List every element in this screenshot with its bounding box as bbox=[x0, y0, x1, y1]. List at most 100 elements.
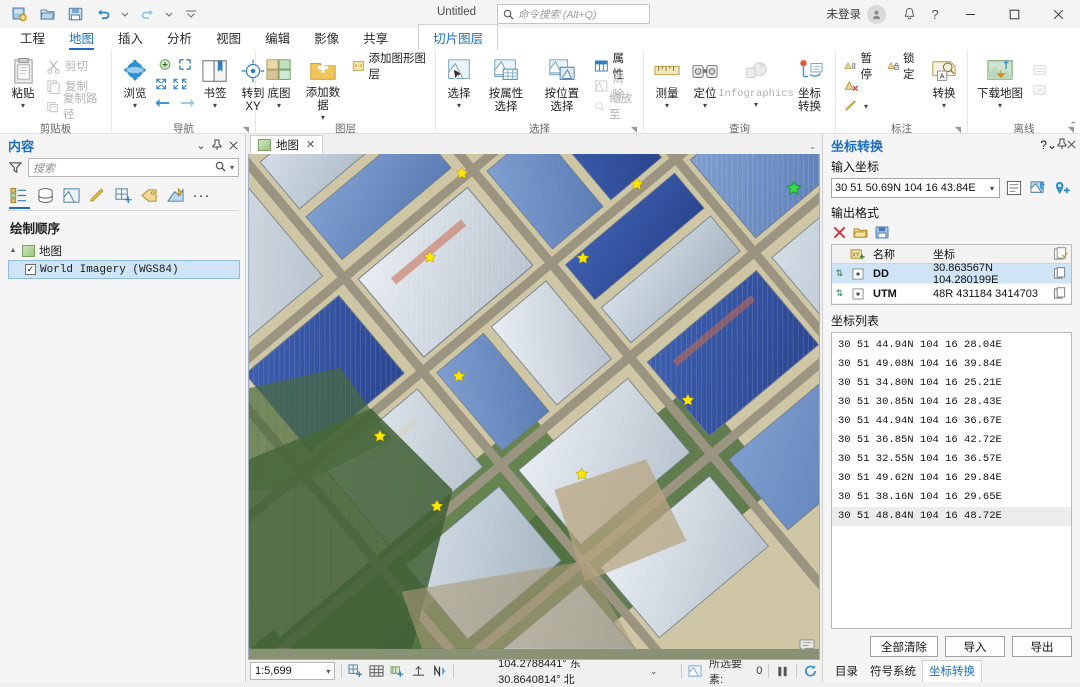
zoom-arrows-icon[interactable] bbox=[155, 76, 195, 92]
label-style-button[interactable]: ▾ bbox=[840, 96, 883, 116]
add-graphics-layer-button[interactable]: 添加图形图层 bbox=[348, 56, 431, 76]
copy-all-icon[interactable] bbox=[1049, 247, 1071, 261]
bookmarks-button[interactable]: 书签 ▾ bbox=[196, 54, 234, 122]
list-item[interactable]: 30 51 36.85N 104 16 42.72E bbox=[832, 431, 1071, 450]
tab-analysis[interactable]: 分析 bbox=[155, 26, 204, 50]
convert-labels-button[interactable]: A 转换 ▾ bbox=[925, 54, 963, 122]
grid-icon[interactable] bbox=[369, 663, 384, 680]
list-by-selection-icon[interactable] bbox=[60, 184, 83, 206]
tab-view[interactable]: 视图 bbox=[204, 26, 253, 50]
map-star-marker[interactable] bbox=[631, 178, 644, 191]
open-project-icon[interactable] bbox=[34, 3, 60, 25]
zoom-to-selection-button[interactable]: 缩放至 bbox=[590, 96, 639, 116]
coordinate-format-chevron-icon[interactable]: ⌄ bbox=[646, 663, 661, 680]
map-star-marker[interactable] bbox=[374, 430, 387, 443]
fixed-zoom-out-button[interactable] bbox=[177, 57, 193, 75]
next-extent-icon[interactable] bbox=[179, 96, 196, 110]
list-by-editing-icon[interactable] bbox=[86, 184, 109, 206]
pause-labeling-button[interactable]: 暂停 bbox=[840, 56, 883, 76]
select-button[interactable]: 选择 ▾ bbox=[440, 54, 478, 122]
copy-row-icon[interactable] bbox=[1049, 267, 1071, 280]
notifications-icon[interactable] bbox=[896, 1, 922, 27]
tab-edit[interactable]: 编辑 bbox=[253, 26, 302, 50]
contents-close-icon[interactable] bbox=[225, 136, 241, 154]
list-item[interactable]: 30 51 48.84N 104 16 48.72E bbox=[832, 507, 1071, 526]
redo-dropdown-icon[interactable] bbox=[162, 3, 176, 25]
list-item[interactable]: 30 51 44.94N 104 16 36.67E bbox=[832, 412, 1071, 431]
flash-location-icon[interactable] bbox=[1028, 178, 1048, 198]
labeling-dialog-launcher-icon[interactable]: ◥ bbox=[955, 125, 961, 134]
exploratory-analysis-icon[interactable] bbox=[411, 663, 426, 680]
map-scale-icon[interactable] bbox=[390, 663, 405, 680]
chevron-down-icon[interactable]: ▾ bbox=[326, 667, 330, 676]
explore-button[interactable]: 浏览 ▾ bbox=[116, 54, 154, 122]
coordinate-conversion-button[interactable]: 坐标转换 bbox=[788, 54, 831, 122]
chevron-down-icon[interactable]: ▾ bbox=[277, 102, 281, 110]
download-map-button[interactable]: 下载地图 ▾ bbox=[972, 54, 1028, 122]
contents-menu-icon[interactable]: ⌄ bbox=[193, 136, 209, 154]
save-project-icon[interactable] bbox=[62, 3, 88, 25]
input-coordinate-field[interactable]: 30 51 50.69N 104 16 43.84E ▾ bbox=[831, 178, 1000, 198]
command-search-input[interactable]: 命令搜索 (Alt+Q) bbox=[497, 4, 650, 24]
infographics-button[interactable]: Infographics ▾ bbox=[724, 54, 788, 122]
manage-replica-button[interactable] bbox=[1028, 80, 1052, 100]
cut-button[interactable]: 剪切 bbox=[42, 56, 107, 76]
save-format-icon[interactable] bbox=[875, 226, 889, 242]
tab-catalog[interactable]: 目录 bbox=[829, 661, 864, 682]
tab-share[interactable]: 共享 bbox=[351, 26, 400, 50]
map-star-marker[interactable] bbox=[576, 468, 589, 481]
export-button[interactable]: 导出 bbox=[1012, 636, 1072, 657]
help-icon[interactable]: ? bbox=[1040, 138, 1047, 152]
tab-tile-layer[interactable]: 切片图层 bbox=[418, 24, 498, 50]
more-options-icon[interactable]: ··· bbox=[190, 184, 213, 206]
measure-button[interactable]: 测量 ▾ bbox=[648, 54, 686, 122]
list-by-drawing-order-icon[interactable] bbox=[8, 184, 31, 206]
tree-node-map[interactable]: ▲ 地图 bbox=[8, 241, 240, 260]
undo-icon[interactable] bbox=[90, 3, 116, 25]
close-icon[interactable]: ✕ bbox=[306, 138, 315, 151]
expand-triangle-icon[interactable]: ▲ bbox=[8, 247, 18, 254]
open-format-icon[interactable] bbox=[853, 226, 868, 242]
north-arrow-icon[interactable] bbox=[432, 663, 447, 680]
list-item[interactable]: 30 51 32.55N 104 16 36.57E bbox=[832, 450, 1071, 469]
search-icon[interactable] bbox=[215, 161, 226, 175]
chevron-down-icon[interactable]: ▾ bbox=[754, 101, 758, 109]
collapse-ribbon-icon[interactable]: ⌃ bbox=[1069, 120, 1077, 131]
select-by-location-button[interactable]: 按位置选择 bbox=[534, 54, 590, 122]
list-item[interactable]: 30 51 49.62N 104 16 29.84E bbox=[832, 469, 1071, 488]
tab-symbology[interactable]: 符号系统 bbox=[864, 661, 922, 682]
tab-imagery[interactable]: 影像 bbox=[302, 26, 351, 50]
list-item[interactable]: 30 51 30.85N 104 16 28.43E bbox=[832, 393, 1071, 412]
basemap-button[interactable]: 底图 ▾ bbox=[260, 54, 298, 122]
chevron-down-icon[interactable]: ▾ bbox=[942, 102, 946, 110]
map-view[interactable] bbox=[248, 154, 820, 660]
map-star-marker[interactable] bbox=[682, 394, 695, 407]
pane-close-icon[interactable] bbox=[1067, 138, 1076, 152]
chevron-down-icon[interactable]: ▾ bbox=[665, 102, 669, 110]
map-star-marker[interactable] bbox=[577, 252, 590, 265]
add-point-icon[interactable] bbox=[1052, 178, 1072, 198]
paste-button[interactable]: 粘贴 ▾ bbox=[4, 54, 42, 122]
copy-row-icon[interactable] bbox=[1049, 287, 1071, 300]
login-status-label[interactable]: 未登录 bbox=[827, 6, 862, 22]
move-row-icon[interactable]: ⇅ bbox=[832, 268, 847, 279]
chevron-down-icon[interactable]: ▾ bbox=[133, 102, 137, 110]
chevron-down-icon[interactable]: ▾ bbox=[21, 102, 25, 110]
chevron-down-icon[interactable]: ▾ bbox=[703, 102, 707, 110]
chevron-down-icon[interactable]: ▾ bbox=[988, 184, 996, 193]
contents-pin-icon[interactable] bbox=[209, 136, 225, 154]
help-icon[interactable]: ? bbox=[922, 1, 948, 27]
avatar[interactable] bbox=[867, 5, 886, 24]
delete-format-icon[interactable] bbox=[833, 226, 846, 242]
chevron-down-icon[interactable]: ▾ bbox=[213, 102, 217, 110]
close-button[interactable] bbox=[1036, 0, 1080, 28]
maximize-button[interactable] bbox=[992, 0, 1036, 28]
pane-pin-icon[interactable] bbox=[1057, 138, 1067, 153]
pane-menu-icon[interactable]: ⌄ bbox=[1047, 138, 1057, 152]
lock-labels-button[interactable]: 锁定 bbox=[883, 56, 926, 76]
remove-labels-button[interactable] bbox=[840, 76, 883, 96]
table-row[interactable]: ⇅ UTM 48R 431184 3414703 bbox=[832, 284, 1071, 304]
chevron-down-icon[interactable]: ▾ bbox=[457, 102, 461, 110]
customize-qat-icon[interactable] bbox=[178, 3, 204, 25]
sync-button[interactable] bbox=[1028, 60, 1052, 80]
